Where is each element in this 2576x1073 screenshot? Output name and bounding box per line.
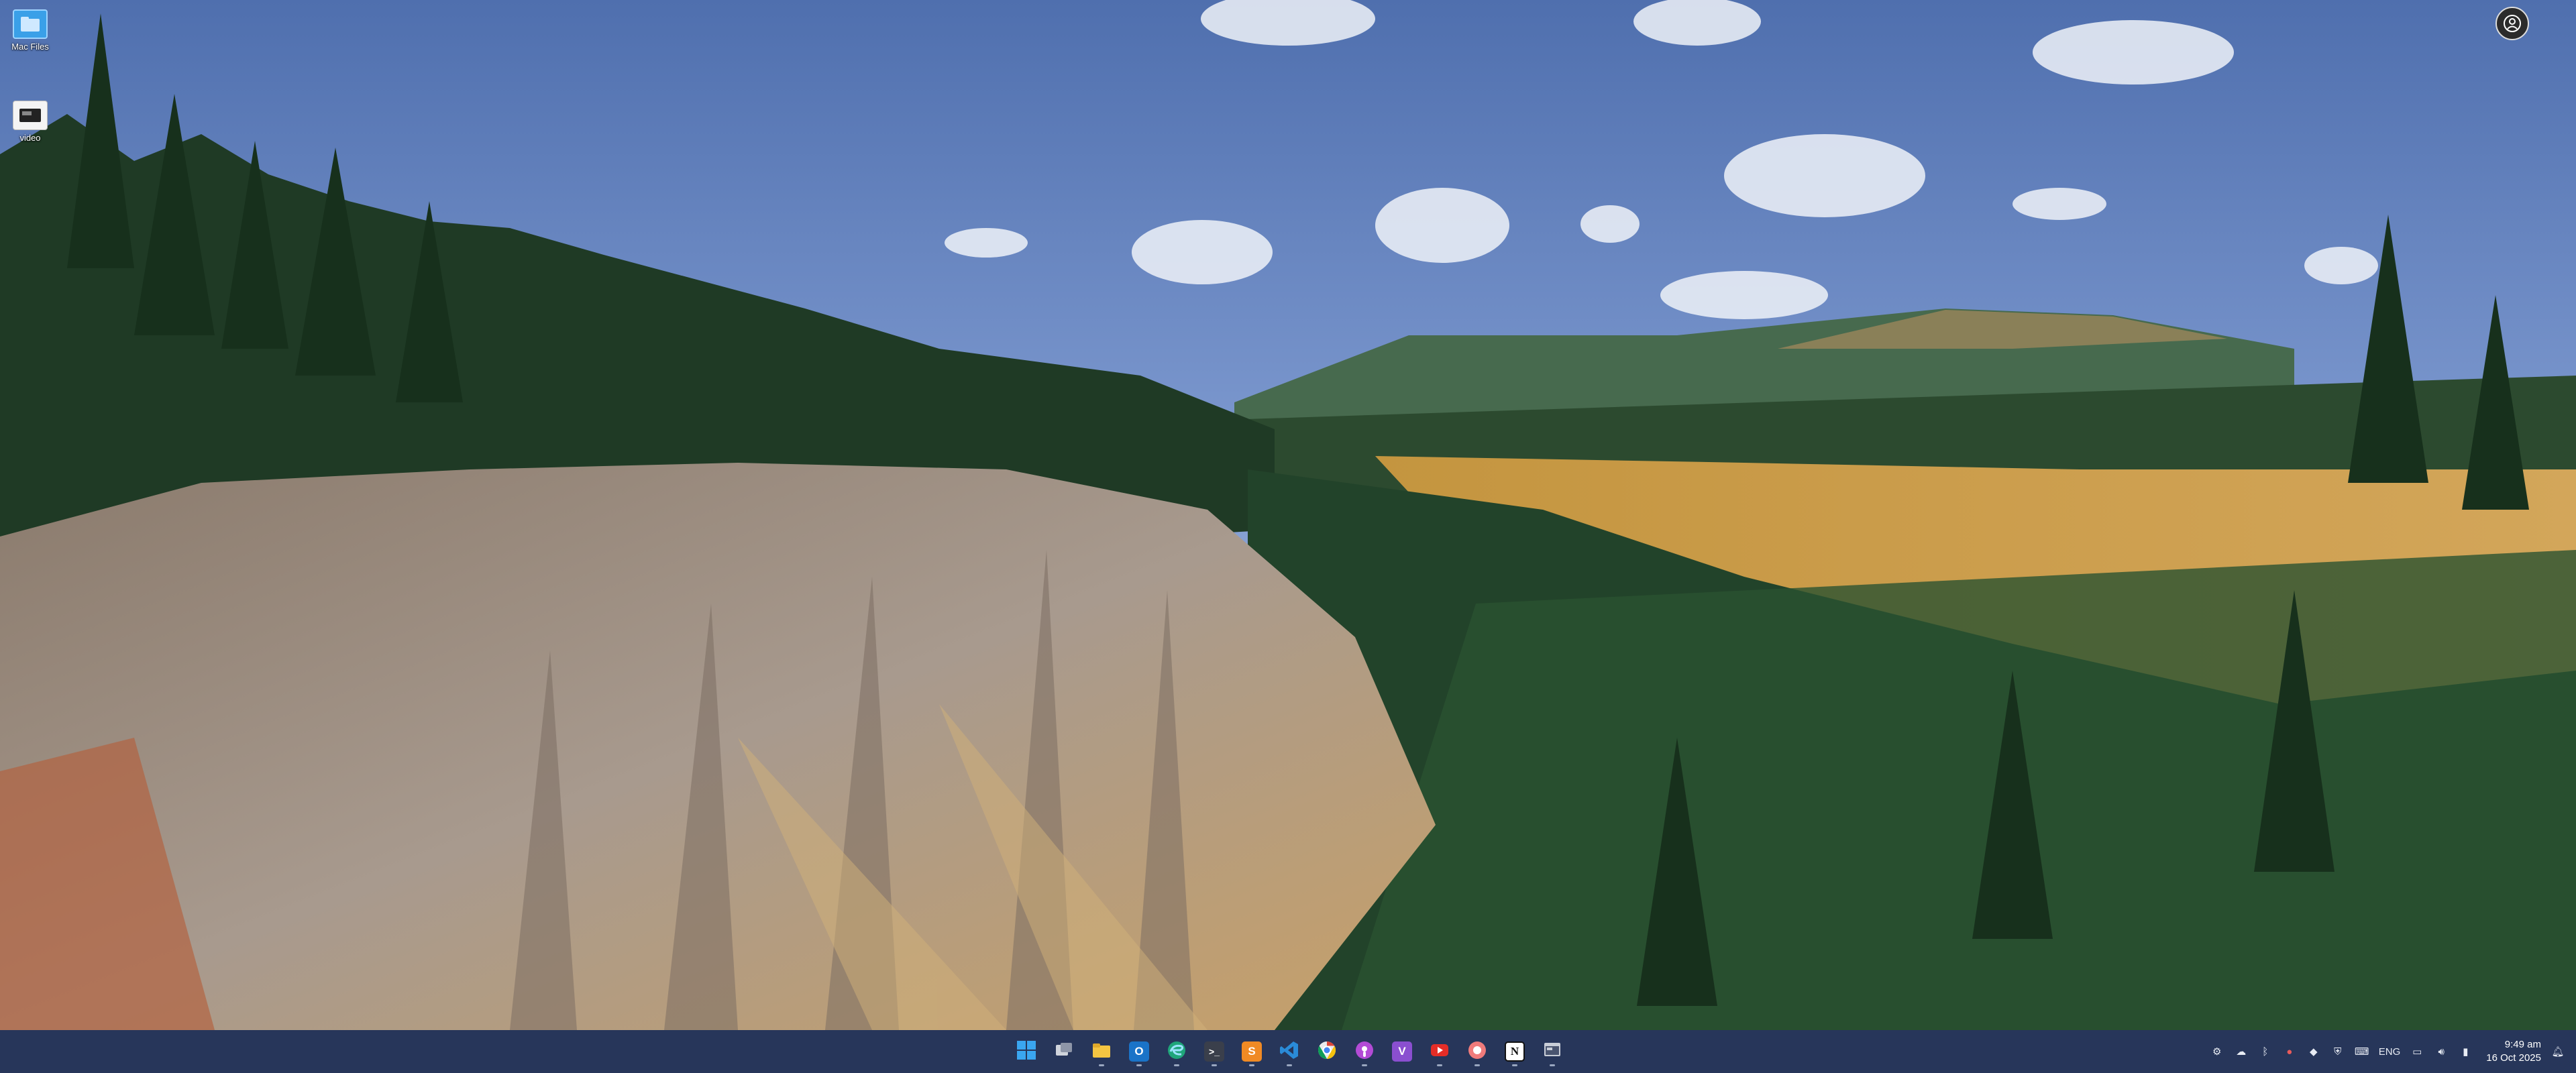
window-app-icon [1542,1040,1562,1064]
vscode-icon [1279,1040,1299,1064]
taskbar-start-button[interactable] [1012,1037,1041,1066]
edge-icon [1167,1040,1187,1064]
youtube-icon [1430,1040,1450,1064]
display-icon[interactable]: ▭ [2410,1044,2424,1059]
user-profile-icon [2496,7,2529,40]
taskbar-chrome-button[interactable] [1312,1037,1342,1066]
sublime-icon: S [1242,1041,1262,1062]
folder-icon [1091,1040,1112,1064]
system-tray: ⚙ ☁ ᛒ ● ◆ ⛨ ⌨ ENG ▭ 🔊︎ ▮ 9:49 am 16 Oct … [2210,1030,2565,1073]
video-file-icon [13,101,48,130]
running-indicator [1362,1064,1367,1066]
running-indicator [1287,1064,1292,1066]
taskbar-notion-button[interactable]: N [1500,1037,1529,1066]
notification-bell-icon[interactable]: 🔔︎ [2551,1044,2565,1059]
volume-icon[interactable]: 🔊︎ [2434,1044,2449,1059]
taskbar-terminal-button[interactable]: >_ [1199,1037,1229,1066]
taskbar-visual-studio-button[interactable]: V [1387,1037,1417,1066]
clock-date: 16 Oct 2025 [2486,1052,2541,1064]
terminal-icon: >_ [1204,1041,1224,1062]
visual-studio-icon: V [1392,1041,1412,1062]
taskbar-outlook-button[interactable]: O [1124,1037,1154,1066]
bluetooth-icon[interactable]: ᛒ [2258,1044,2273,1059]
running-indicator [1249,1064,1254,1066]
taskbar-sublime-button[interactable]: S [1237,1037,1267,1066]
keyboard-icon[interactable]: ⌨ [2355,1044,2369,1059]
taskbar-edge-button[interactable] [1162,1037,1191,1066]
language-indicator[interactable]: ENG [2379,1046,2401,1058]
desktop-icon-label: video [19,133,41,143]
security-icon[interactable]: ⛨ [2330,1044,2345,1059]
clock-time: 9:49 am [2504,1039,2541,1050]
folder-icon [13,9,48,39]
running-indicator [1136,1064,1142,1066]
circle-app-icon [1467,1040,1487,1064]
taskbar: O >_ S V N ⚙ ☁ ᛒ ● ◆ ⛨ ⌨ ENG ▭ 🔊︎ ▮ 9:49… [0,1030,2576,1073]
running-indicator [1474,1064,1480,1066]
running-indicator [1212,1064,1217,1066]
taskbar-youtube-button[interactable] [1425,1037,1454,1066]
task-view-icon [1054,1040,1074,1064]
taskbar-apps: O >_ S V N [1012,1030,1567,1073]
chrome-icon [1317,1040,1337,1064]
podcast-icon [1354,1040,1375,1064]
battery-icon[interactable]: ▮ [2458,1044,2473,1059]
recorder-icon[interactable]: ● [2282,1044,2297,1059]
desktop-icon-video[interactable]: video [0,101,60,143]
onedrive-icon[interactable]: ◆ [2306,1044,2321,1059]
cloud-icon[interactable]: ☁ [2234,1044,2249,1059]
running-indicator [1512,1064,1517,1066]
taskbar-window-app-button[interactable] [1538,1037,1567,1066]
running-indicator [1437,1064,1442,1066]
taskbar-app-red-button[interactable] [1462,1037,1492,1066]
taskbar-task-view-button[interactable] [1049,1037,1079,1066]
running-indicator [1174,1064,1179,1066]
taskbar-vscode-button[interactable] [1275,1037,1304,1066]
settings-gear-icon[interactable]: ⚙ [2210,1044,2224,1059]
running-indicator [1099,1064,1104,1066]
desktop-wallpaper [0,0,2576,1030]
running-indicator [1550,1064,1555,1066]
taskbar-podcasts-button[interactable] [1350,1037,1379,1066]
taskbar-file-explorer-button[interactable] [1087,1037,1116,1066]
clock[interactable]: 9:49 am 16 Oct 2025 [2486,1038,2541,1065]
desktop-icon-mac-files[interactable]: Mac Files [0,9,60,52]
notion-icon: N [1505,1041,1525,1062]
outlook-icon: O [1129,1041,1149,1062]
desktop-icon-label: Mac Files [11,42,49,52]
windows-start-icon [1016,1040,1036,1064]
desktop-icon-profile[interactable] [2482,7,2542,43]
